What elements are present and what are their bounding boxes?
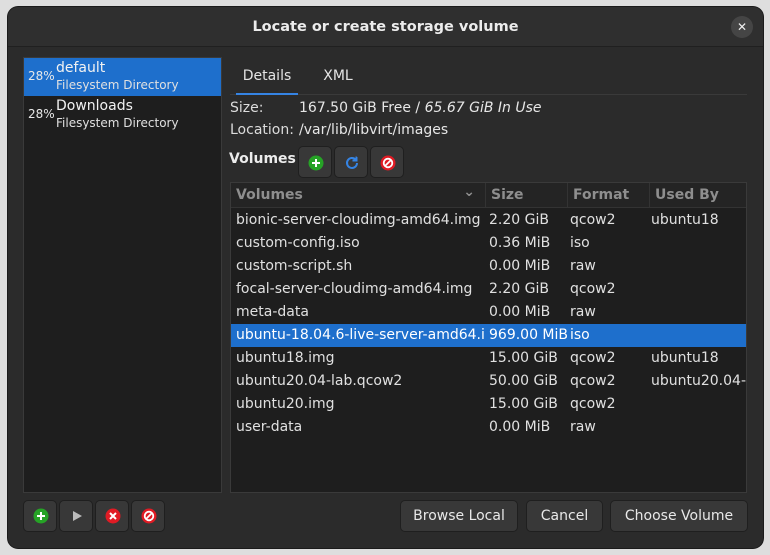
table-row[interactable]: focal-server-cloudimg-amd64.img 2.20 GiB q… [231,278,746,301]
column-header-used-by[interactable]: Used By [650,183,746,208]
dialog-title: Locate or create storage volume [252,19,519,35]
cell-size: 969.00 MiB [489,327,567,343]
cell-used-by [651,301,746,324]
cell-size: 2.20 GiB [489,281,549,297]
cell-name: ubuntu20.04-lab.qcow2 [236,373,403,389]
pool-type: Filesystem Directory [56,116,179,130]
close-icon [105,508,121,524]
browse-local-button[interactable]: Browse Local [400,500,518,532]
stop-icon [380,155,396,171]
cell-used-by [651,255,746,278]
add-pool-button[interactable] [23,500,57,532]
volume-table: Volumes ⌄ Size Format Used By bionic-ser… [230,182,747,493]
add-icon [308,155,324,171]
table-row[interactable]: custom-script.sh 0.00 MiB raw [231,255,746,278]
pool-name: Downloads [56,98,133,114]
cell-format: qcow2 [570,396,616,412]
cell-used-by [651,393,746,416]
location-label: Location: [230,122,294,138]
cell-format: qcow2 [570,373,616,389]
table-row[interactable]: ubuntu20.img 15.00 GiB qcow2 [231,393,746,416]
cell-format: raw [570,304,596,320]
refresh-volumes-button[interactable] [334,146,368,178]
cancel-button[interactable]: Cancel [526,500,603,532]
cell-used-by [651,324,746,347]
cell-format: qcow2 [570,212,616,228]
table-row[interactable]: ubuntu-18.04.6-live-server-amd64.iso 969.… [231,324,746,347]
cell-name: user-data [236,419,303,435]
cell-used-by [651,416,746,439]
size-in-use: 65.67 GiB In Use [424,100,542,116]
storage-pool-list: 28% default Filesystem Directory 28% Dow… [23,57,222,493]
cell-used-by [651,232,746,255]
dialog-window: Locate or create storage volume ✕ 28% de… [8,7,763,548]
column-label: Volumes [236,187,303,203]
cell-size: 15.00 GiB [489,396,558,412]
size-value: 167.50 GiB Free / 65.67 GiB In Use [299,100,542,116]
table-row[interactable]: user-data 0.00 MiB raw [231,416,746,439]
pool-usage-percent: 28% [28,69,55,83]
table-row[interactable]: custom-config.iso 0.36 MiB iso [231,232,746,255]
cell-size: 15.00 GiB [489,350,558,366]
cell-format: iso [570,235,590,251]
cell-size: 0.00 MiB [489,419,551,435]
chevron-down-icon: ⌄ [463,184,475,200]
cell-name: ubuntu18.img [236,350,335,366]
cell-used-by: ubuntu20.04-lab [651,373,746,389]
stop-pool-button[interactable] [95,500,129,532]
volumes-header: Volumes [229,151,296,167]
pool-item-default[interactable]: 28% default Filesystem Directory [24,58,221,96]
table-row[interactable]: ubuntu18.img 15.00 GiB qcow2 ubuntu18 [231,347,746,370]
delete-volume-button[interactable] [370,146,404,178]
tab-xml[interactable]: XML [316,61,360,95]
cell-size: 2.20 GiB [489,212,549,228]
cell-format: iso [570,327,590,343]
tab-bar: Details XML [230,61,747,95]
cell-name: custom-config.iso [236,235,360,251]
add-volume-button[interactable] [298,146,332,178]
size-label: Size: [230,100,264,116]
column-header-size[interactable]: Size [486,183,568,208]
pool-name: default [56,60,106,76]
cell-name: focal-server-cloudimg-amd64.img [236,281,473,297]
cell-name: custom-script.sh [236,258,353,274]
add-icon [33,508,49,524]
table-row[interactable]: bionic-server-cloudimg-amd64.img 2.20 GiB… [231,209,746,232]
cell-size: 50.00 GiB [489,373,558,389]
close-button[interactable]: ✕ [731,16,753,38]
column-header-volumes[interactable]: Volumes ⌄ [231,183,486,208]
cell-format: raw [570,419,596,435]
table-header: Volumes ⌄ Size Format Used By [231,183,746,208]
stop-icon [141,508,157,524]
size-free: 167.50 GiB Free / [299,100,425,116]
delete-pool-button[interactable] [131,500,165,532]
cell-used-by: ubuntu18 [651,212,719,228]
pool-type: Filesystem Directory [56,78,179,92]
titlebar: Locate or create storage volume ✕ [8,7,763,47]
cell-format: raw [570,258,596,274]
pool-usage-percent: 28% [28,107,55,121]
play-icon [73,511,82,521]
cell-size: 0.36 MiB [489,235,551,251]
cell-format: qcow2 [570,350,616,366]
choose-volume-button[interactable]: Choose Volume [610,500,748,532]
pool-item-downloads[interactable]: 28% Downloads Filesystem Directory [24,96,221,134]
refresh-icon [346,156,358,169]
column-header-format[interactable]: Format [568,183,650,208]
tab-details[interactable]: Details [236,61,298,95]
start-pool-button[interactable] [59,500,93,532]
cell-name: ubuntu20.img [236,396,335,412]
cell-used-by [651,278,746,301]
table-row[interactable]: meta-data 0.00 MiB raw [231,301,746,324]
table-row[interactable]: ubuntu20.04-lab.qcow2 50.00 GiB qcow2 ubunt… [231,370,746,393]
cell-name: meta-data [236,304,309,320]
cell-format: qcow2 [570,281,616,297]
cell-used-by: ubuntu18 [651,350,719,366]
cell-name: bionic-server-cloudimg-amd64.img [236,212,481,228]
location-value: /var/lib/libvirt/images [299,122,449,138]
cell-size: 0.00 MiB [489,258,551,274]
cell-size: 0.00 MiB [489,304,551,320]
cell-name: ubuntu-18.04.6-live-server-amd64.iso [236,327,484,343]
